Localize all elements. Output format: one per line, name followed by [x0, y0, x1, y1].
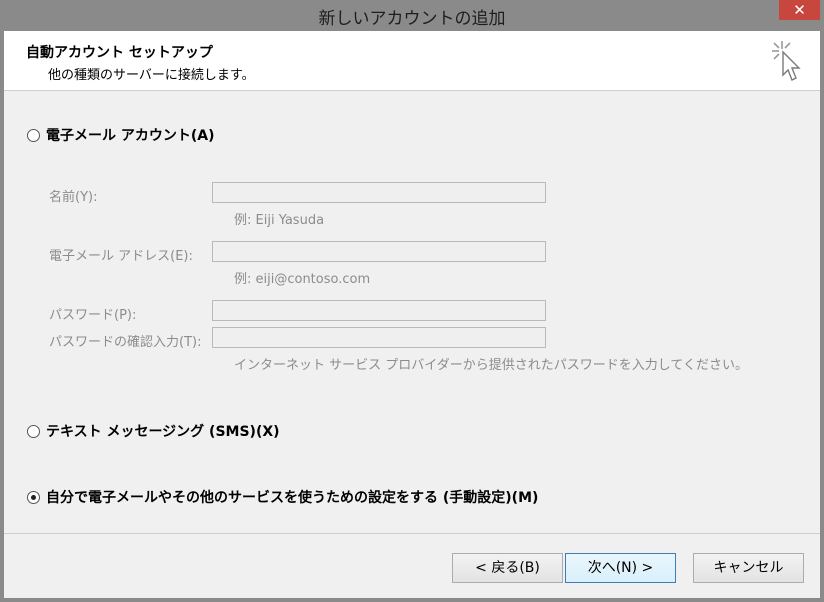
back-button[interactable]: < 戻る(B): [452, 553, 563, 583]
password-hint: インターネット サービス プロバイダーから提供されたパスワードを入力してください…: [234, 358, 748, 373]
name-field[interactable]: [212, 182, 546, 203]
close-button[interactable]: ✕: [779, 0, 820, 20]
radio-manual[interactable]: 自分で電子メールやその他のサービスを使うための設定をする (手動設定)(M): [27, 487, 538, 507]
name-hint: 例: Eiji Yasuda: [234, 213, 325, 228]
wizard-header: 自動アカウント セットアップ 他の種類のサーバーに接続します。: [4, 31, 820, 91]
header-subtitle: 他の種類のサーバーに接続します。: [48, 68, 255, 83]
title-bar[interactable]: 新しいアカウントの追加 ✕: [0, 0, 824, 30]
wizard-cursor-icon: [772, 41, 801, 81]
window-title: 新しいアカウントの追加: [318, 9, 506, 29]
radio-email-account-button[interactable]: [27, 128, 40, 142]
footer-divider: [4, 533, 820, 534]
radio-email-account-label: 電子メール アカウント(A): [46, 128, 215, 144]
password-field[interactable]: [212, 300, 546, 321]
dialog-window: 新しいアカウントの追加 ✕ 自動アカウント セットアップ 他の種類のサーバーに接…: [0, 0, 824, 602]
dialog-client: 自動アカウント セットアップ 他の種類のサーバーに接続します。 電子メール アカ…: [4, 31, 820, 598]
email-hint: 例: eiji@contoso.com: [234, 272, 371, 287]
password-confirm-label: パスワードの確認入力(T):: [49, 335, 202, 350]
email-field[interactable]: [212, 241, 546, 262]
header-title: 自動アカウント セットアップ: [26, 45, 213, 61]
password-label: パスワード(P):: [49, 308, 137, 323]
next-button[interactable]: 次へ(N) >: [565, 553, 676, 583]
radio-sms[interactable]: テキスト メッセージング (SMS)(X): [27, 421, 280, 441]
radio-sms-button[interactable]: [27, 424, 40, 438]
name-label: 名前(Y):: [49, 190, 98, 205]
close-icon: ✕: [793, 1, 806, 19]
radio-manual-label: 自分で電子メールやその他のサービスを使うための設定をする (手動設定)(M): [46, 490, 539, 506]
cancel-button[interactable]: キャンセル: [693, 553, 804, 583]
radio-sms-label: テキスト メッセージング (SMS)(X): [46, 424, 280, 440]
radio-manual-button[interactable]: [27, 490, 40, 504]
password-confirm-field[interactable]: [212, 327, 546, 348]
email-label: 電子メール アドレス(E):: [49, 249, 193, 264]
radio-email-account[interactable]: 電子メール アカウント(A): [27, 125, 215, 145]
